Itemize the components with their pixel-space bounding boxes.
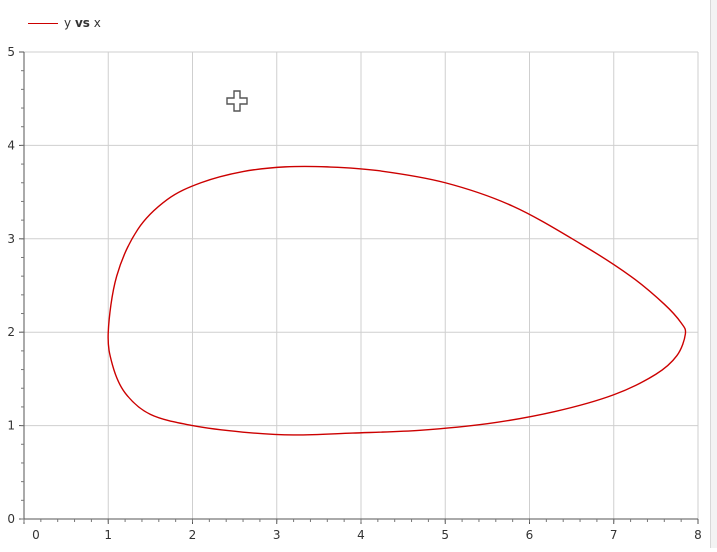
crosshair-plus-icon: [225, 89, 249, 113]
legend-label-y: y: [64, 16, 72, 30]
x-tick-label: 1: [104, 528, 112, 542]
x-tick-label: 6: [526, 528, 534, 542]
x-tick-label: 7: [610, 528, 618, 542]
y-tick-label: 0: [7, 512, 15, 526]
x-tick-label: 3: [273, 528, 281, 542]
line-chart: 0 1 2 3 4 5 6 7 8 0 1 2 3 4 5: [7, 45, 702, 542]
x-tick-label: 2: [189, 528, 197, 542]
y-tick-label: 2: [7, 325, 15, 339]
x-tick-label: 0: [32, 528, 40, 542]
right-scroll-rail[interactable]: [710, 0, 717, 548]
legend-label-vs: vs: [74, 16, 90, 30]
y-tick-label: 4: [7, 138, 15, 152]
y-tick-label: 5: [7, 45, 15, 59]
y-tick-label: 3: [7, 232, 15, 246]
series-line-y-vs-x: [107, 165, 687, 436]
legend-label-x: x: [93, 16, 101, 30]
x-tick-label: 5: [441, 528, 449, 542]
legend-label: y vs x: [64, 16, 101, 30]
x-tick-label: 4: [357, 528, 365, 542]
x-tick-label: 8: [694, 528, 702, 542]
legend: y vs x: [28, 16, 101, 30]
plot-area[interactable]: 0 1 2 3 4 5 6 7 8 0 1 2 3 4 5: [0, 0, 717, 548]
y-tick-label: 1: [7, 419, 15, 433]
legend-line-swatch: [28, 22, 58, 24]
